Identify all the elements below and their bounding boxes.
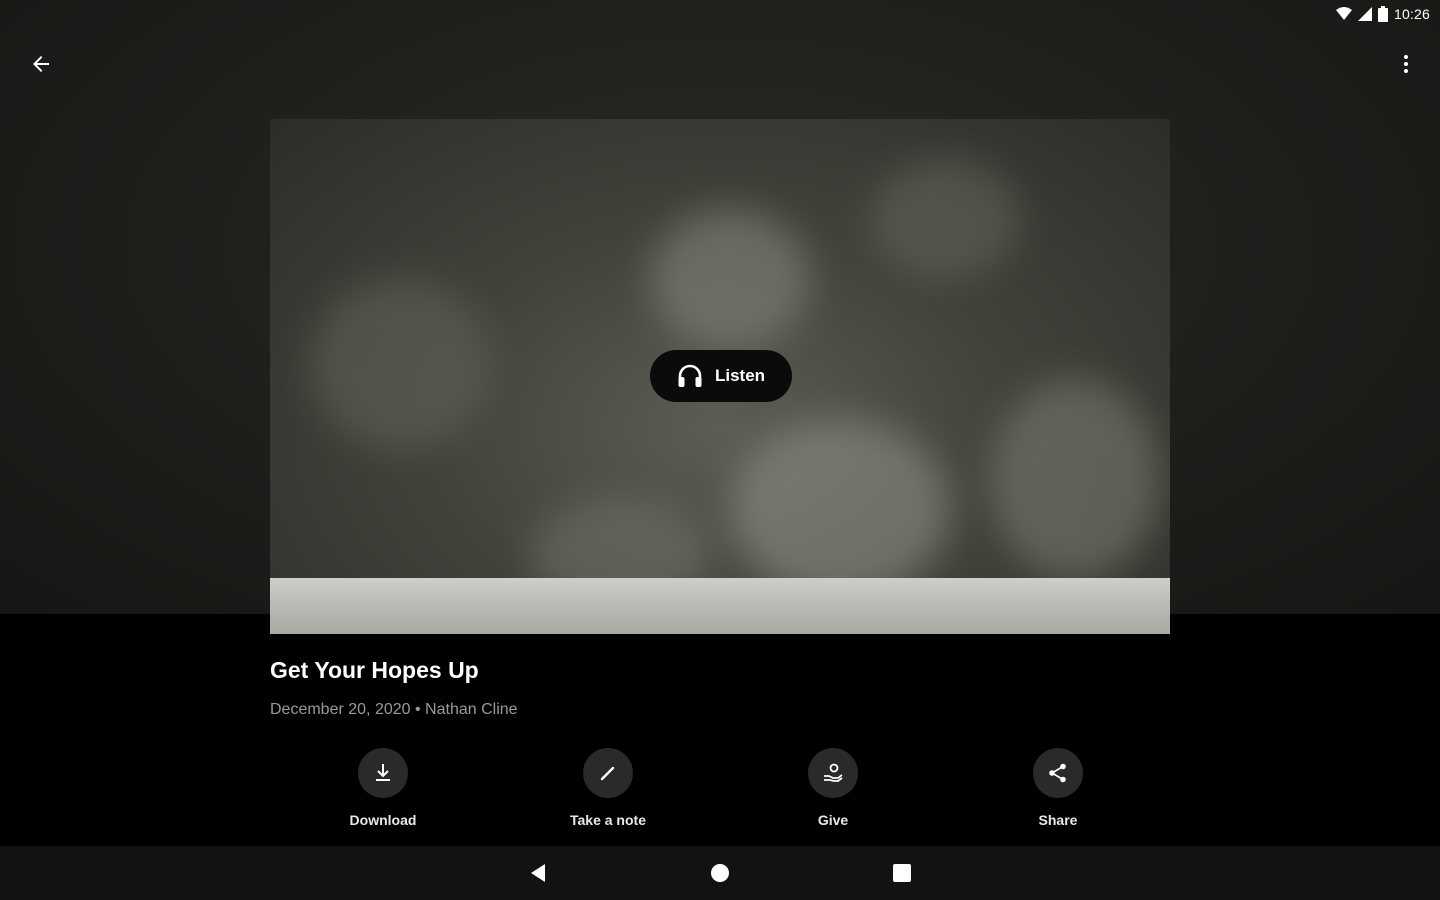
- arrow-back-icon: [33, 56, 49, 72]
- status-bar: 10:26: [1280, 0, 1440, 28]
- sermon-meta: December 20, 2020 • Nathan Cline: [270, 701, 518, 719]
- nav-recents-button[interactable]: [882, 853, 922, 893]
- sermon-title: Get Your Hopes Up: [270, 657, 479, 683]
- share-label: Share: [1038, 812, 1078, 828]
- give-label: Give: [817, 812, 849, 828]
- meta-separator: •: [414, 701, 421, 718]
- status-time: 10:26: [1393, 6, 1430, 22]
- download-icon: [376, 764, 390, 781]
- give-button[interactable]: Give: [763, 748, 903, 828]
- take-note-label: Take a note: [570, 812, 646, 828]
- triangle-back-icon: [531, 864, 545, 882]
- action-row: Download Take a note Give Share: [270, 748, 1170, 838]
- circle-home-icon: [711, 864, 729, 882]
- system-nav-bar: [0, 846, 1440, 900]
- listen-label: Listen: [714, 366, 766, 385]
- cell-signal-icon: [1357, 7, 1372, 21]
- more-options-button[interactable]: [1382, 40, 1430, 88]
- back-button[interactable]: [17, 40, 65, 88]
- download-button[interactable]: Download: [313, 748, 453, 828]
- snow-ledge: [270, 578, 1170, 634]
- take-note-circle: [583, 748, 633, 798]
- listen-button[interactable]: Listen: [650, 350, 792, 402]
- nav-back-button[interactable]: [518, 853, 558, 893]
- give-circle: [808, 748, 858, 798]
- pencil-icon: [600, 766, 615, 781]
- sermon-hero-image: Listen: [270, 119, 1170, 634]
- nav-home-button[interactable]: [700, 853, 740, 893]
- share-button[interactable]: Share: [988, 748, 1128, 828]
- sermon-date: December 20, 2020: [270, 701, 411, 718]
- take-note-button[interactable]: Take a note: [538, 748, 678, 828]
- headphones-icon: [678, 364, 702, 387]
- download-circle: [358, 748, 408, 798]
- wifi-icon: [1335, 7, 1352, 20]
- share-icon: [1049, 763, 1066, 783]
- square-recents-icon: [893, 864, 911, 882]
- give-hand-icon: [824, 763, 843, 782]
- sermon-speaker: Nathan Cline: [425, 701, 518, 718]
- share-circle: [1033, 748, 1083, 798]
- download-label: Download: [349, 812, 417, 828]
- more-vert-icon: [1404, 55, 1408, 73]
- battery-icon: [1377, 6, 1388, 22]
